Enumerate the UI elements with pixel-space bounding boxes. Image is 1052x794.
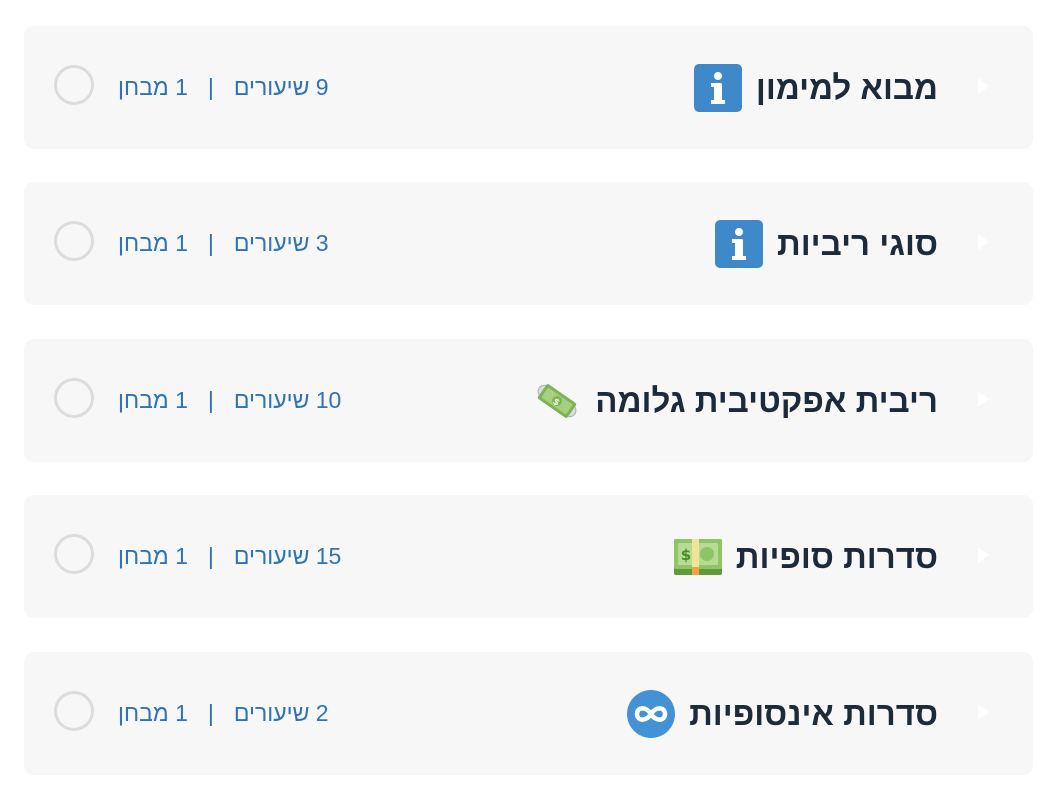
quiz-count: 1 מבחן	[118, 230, 188, 256]
quiz-count: 1 מבחן	[118, 700, 188, 726]
lesson-count: 9 שיעורים	[233, 74, 329, 100]
section-title: סדרות סופיות	[735, 537, 938, 575]
section-card-infinite-series[interactable]: סדרות אינסופיות 1 מבחן | 2 שיעורים	[24, 652, 1033, 775]
lesson-count: 2 שיעורים	[233, 700, 329, 726]
expand-arrow-icon[interactable]	[978, 391, 989, 407]
section-meta: 1 מבחן | 3 שיעורים	[118, 182, 329, 305]
completion-checkbox[interactable]	[54, 534, 94, 574]
lesson-count: 3 שיעורים	[233, 230, 329, 256]
quiz-count: 1 מבחן	[118, 74, 188, 100]
quiz-count: 1 מבחן	[118, 387, 188, 413]
section-card-intro-to-finance[interactable]: מבוא למימון 1 מבחן | 9 שיעורים	[24, 26, 1033, 149]
section-header: $ סדרות סופיות	[673, 495, 938, 618]
section-meta: 1 מבחן | 2 שיעורים	[118, 652, 329, 775]
section-title: סוגי ריביות	[777, 224, 938, 262]
meta-separator: |	[207, 230, 214, 256]
completion-checkbox[interactable]	[54, 691, 94, 731]
section-card-interest-types[interactable]: סוגי ריביות 1 מבחן | 3 שיעורים	[24, 182, 1033, 305]
section-header: מבוא למימון	[693, 26, 938, 149]
section-header: $ ריבית אפקטיבית גלומה	[533, 339, 938, 462]
completion-checkbox[interactable]	[54, 221, 94, 261]
expand-arrow-icon[interactable]	[978, 704, 989, 720]
section-title: ריבית אפקטיבית גלומה	[595, 381, 938, 419]
completion-checkbox[interactable]	[54, 378, 94, 418]
quiz-count: 1 מבחן	[118, 543, 188, 569]
section-card-effective-interest[interactable]: $ ריבית אפקטיבית גלומה 1 מבחן | 10 שיעור…	[24, 339, 1033, 462]
infinity-icon	[627, 689, 676, 738]
meta-separator: |	[207, 74, 214, 100]
section-header: סדרות אינסופיות	[627, 652, 938, 775]
section-meta: 1 מבחן | 9 שיעורים	[118, 26, 329, 149]
section-header: סוגי ריביות	[715, 182, 938, 305]
section-title: מבוא למימון	[755, 68, 938, 106]
meta-separator: |	[207, 543, 214, 569]
meta-separator: |	[207, 387, 214, 413]
lesson-count: 10 שיעורים	[233, 387, 342, 413]
expand-arrow-icon[interactable]	[978, 234, 989, 250]
section-meta: 1 מבחן | 10 שיעורים	[118, 339, 341, 462]
course-sections-list: מבוא למימון 1 מבחן | 9 שיעורים סוגי ריבי…	[0, 0, 1052, 794]
expand-arrow-icon[interactable]	[978, 547, 989, 563]
section-title: סדרות אינסופיות	[689, 694, 938, 732]
info-icon	[715, 219, 764, 268]
info-icon	[693, 63, 742, 112]
svg-text:$: $	[681, 546, 691, 564]
section-meta: 1 מבחן | 15 שיעורים	[118, 495, 341, 618]
meta-separator: |	[207, 700, 214, 726]
expand-arrow-icon[interactable]	[978, 78, 989, 94]
lesson-count: 15 שיעורים	[233, 543, 342, 569]
completion-checkbox[interactable]	[54, 65, 94, 105]
money-with-wings-icon: $	[533, 377, 581, 425]
dollar-banknote-icon: $	[673, 533, 722, 581]
section-card-finite-series[interactable]: $ סדרות סופיות 1 מבחן | 15 שיעורים	[24, 495, 1033, 618]
